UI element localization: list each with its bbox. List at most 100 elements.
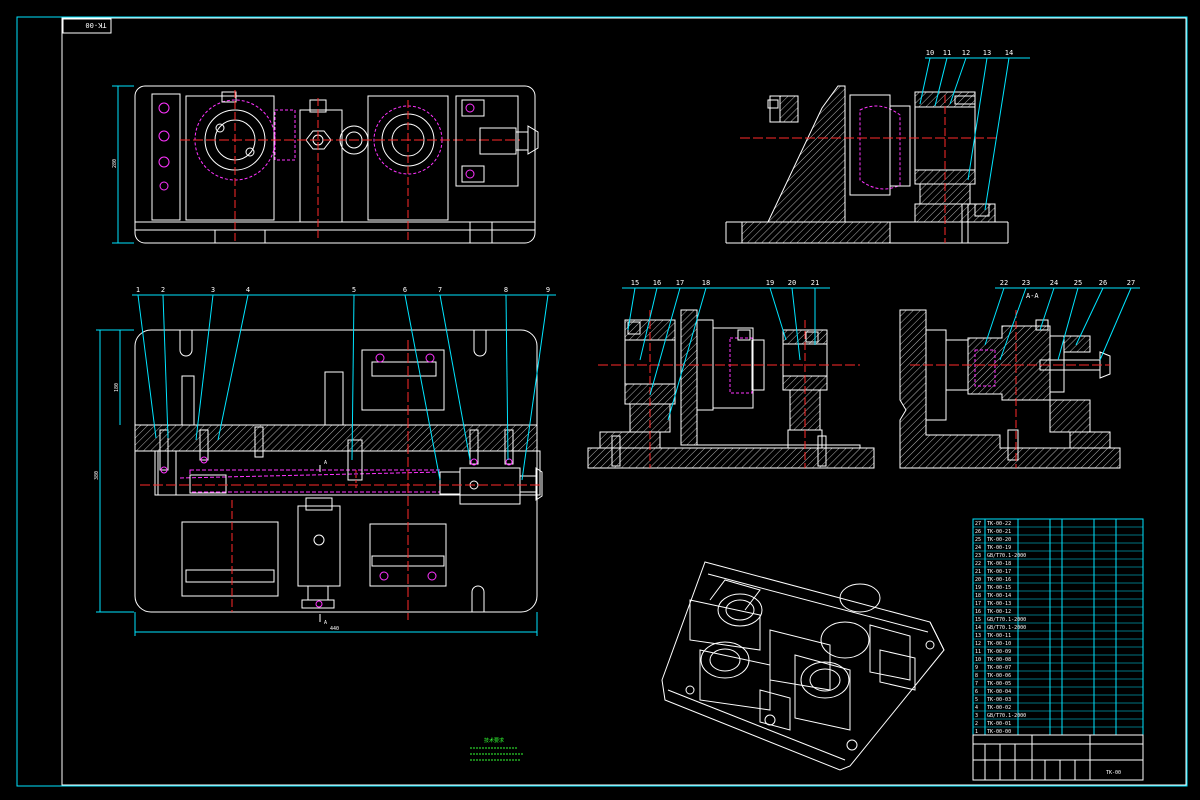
- bom-row-number: 16: [975, 609, 981, 615]
- bom-row-code: TK-00-15: [987, 585, 1011, 591]
- bom-row-code: TK-00-17: [987, 569, 1011, 575]
- top-right-view: [725, 57, 1030, 244]
- cut-marker-bottom: A: [324, 620, 327, 626]
- bom-row-code: TK-00-10: [987, 641, 1011, 647]
- bom-row-number: 12: [975, 641, 981, 647]
- bom-row-code: TK-00-19: [987, 545, 1011, 551]
- balloons-side-right: 22 23 24 25 26 27: [1000, 279, 1135, 287]
- svg-text:380: 380: [94, 471, 100, 480]
- bom-row-code: GB/T70.1-2000: [987, 553, 1026, 559]
- bom-row-code: TK-00-05: [987, 681, 1011, 687]
- balloons-side-left: 15 16 17 18 19 20 21: [631, 279, 819, 287]
- bom-row-code: GB/T70.1-2000: [987, 625, 1026, 631]
- balloon-8: 8: [504, 286, 508, 294]
- balloon-9: 9: [546, 286, 550, 294]
- bom-row-code: TK-00-08: [987, 657, 1011, 663]
- corner-code: TK-00: [85, 21, 106, 29]
- balloon-23: 23: [1022, 279, 1030, 287]
- bom-row-code: TK-00-22: [987, 521, 1011, 527]
- balloon-14: 14: [1005, 49, 1013, 57]
- bom-row-number: 17: [975, 601, 981, 607]
- bom-row-number: 9: [975, 665, 978, 671]
- balloons-front-view: 1 2 3 4 5 6 7 8 9: [136, 286, 550, 294]
- bom-row-number: 18: [975, 593, 981, 599]
- svg-text:180: 180: [114, 383, 120, 392]
- balloon-6: 6: [403, 286, 407, 294]
- balloon-16: 16: [653, 279, 661, 287]
- balloon-11: 11: [943, 49, 951, 57]
- outer-border: [16, 16, 1188, 787]
- svg-text:280: 280: [112, 159, 118, 168]
- balloon-17: 17: [676, 279, 684, 287]
- title-block-code: TK-00: [1106, 770, 1121, 776]
- title-block: TK-00: [972, 734, 1144, 781]
- bom-row-code: TK-00-13: [987, 601, 1011, 607]
- side-view-left: [587, 287, 875, 469]
- balloon-24: 24: [1050, 279, 1058, 287]
- bom-row-code: TK-00-02: [987, 705, 1011, 711]
- tech-note-title: 技术要求: [484, 737, 504, 744]
- bom-row-number: 5: [975, 697, 978, 703]
- balloon-1: 1: [136, 286, 140, 294]
- assembly-drawing-sheet: TK-00 280 380 180 440 A A A-A 技术要求 27 TK…: [16, 16, 1188, 787]
- svg-text:440: 440: [330, 626, 339, 632]
- balloon-27: 27: [1127, 279, 1135, 287]
- bom-row-number: 20: [975, 577, 981, 583]
- bom-row-number: 3: [975, 713, 978, 719]
- side-view-right: A-A: [899, 287, 1140, 469]
- bom-row-number: 27: [975, 521, 981, 527]
- balloon-19: 19: [766, 279, 774, 287]
- balloon-20: 20: [788, 279, 796, 287]
- bom-row-number: 24: [975, 545, 981, 551]
- balloon-5: 5: [352, 286, 356, 294]
- inner-border: [61, 17, 1187, 786]
- balloons-top-view: 10 11 12 13 14: [926, 49, 1013, 57]
- section-label: A-A: [1026, 292, 1039, 300]
- bom-row-code: TK-00-01: [987, 721, 1011, 727]
- bom-table: 27 TK-00-2226 TK-00-2125 TK-00-2024 TK-00-19…: [972, 518, 1144, 736]
- bom-row-number: 21: [975, 569, 981, 575]
- bom-row-code: TK-00-12: [987, 609, 1011, 615]
- balloon-2: 2: [161, 286, 165, 294]
- bom-row-number: 1: [975, 729, 978, 735]
- bom-row-number: 22: [975, 561, 981, 567]
- bom-row-number: 2: [975, 721, 978, 727]
- balloon-21: 21: [811, 279, 819, 287]
- top-view: 280: [112, 85, 539, 244]
- front-view: 380 180 440 A A: [94, 294, 556, 636]
- bom-row-number: 14: [975, 625, 981, 631]
- bom-row-number: 19: [975, 585, 981, 591]
- bom-row-code: TK-00-07: [987, 665, 1011, 671]
- bom-row-code: TK-00-18: [987, 561, 1011, 567]
- balloon-22: 22: [1000, 279, 1008, 287]
- bom-row-number: 15: [975, 617, 981, 623]
- bom-row-number: 8: [975, 673, 978, 679]
- balloon-7: 7: [438, 286, 442, 294]
- balloon-18: 18: [702, 279, 710, 287]
- balloon-26: 26: [1099, 279, 1107, 287]
- bom-row-code: TK-00-04: [987, 689, 1011, 695]
- bom-row-number: 13: [975, 633, 981, 639]
- corner-code-box: TK-00: [62, 18, 112, 34]
- bom-row-number: 25: [975, 537, 981, 543]
- bom-row-code: GB/T70.1-2000: [987, 617, 1026, 623]
- bom-row-number: 26: [975, 529, 981, 535]
- balloon-13: 13: [983, 49, 991, 57]
- bom-row-code: TK-00-20: [987, 537, 1011, 543]
- bom-row-number: 4: [975, 705, 978, 711]
- bom-row-code: TK-00-16: [987, 577, 1011, 583]
- bom-row-number: 6: [975, 689, 978, 695]
- bom-row-code: TK-00-11: [987, 633, 1011, 639]
- bom-row-code: GB/T70.1-2000: [987, 713, 1026, 719]
- bom-row-code: TK-00-09: [987, 649, 1011, 655]
- bom-row-code: TK-00-03: [987, 697, 1011, 703]
- balloon-10: 10: [926, 49, 934, 57]
- bom-row-code: TK-00-14: [987, 593, 1011, 599]
- bom-row-number: 23: [975, 553, 981, 559]
- balloon-3: 3: [211, 286, 215, 294]
- bom-row-code: TK-00-00: [987, 729, 1011, 735]
- balloon-25: 25: [1074, 279, 1082, 287]
- isometric-view: [661, 561, 945, 771]
- balloon-12: 12: [962, 49, 970, 57]
- bom-row-number: 7: [975, 681, 978, 687]
